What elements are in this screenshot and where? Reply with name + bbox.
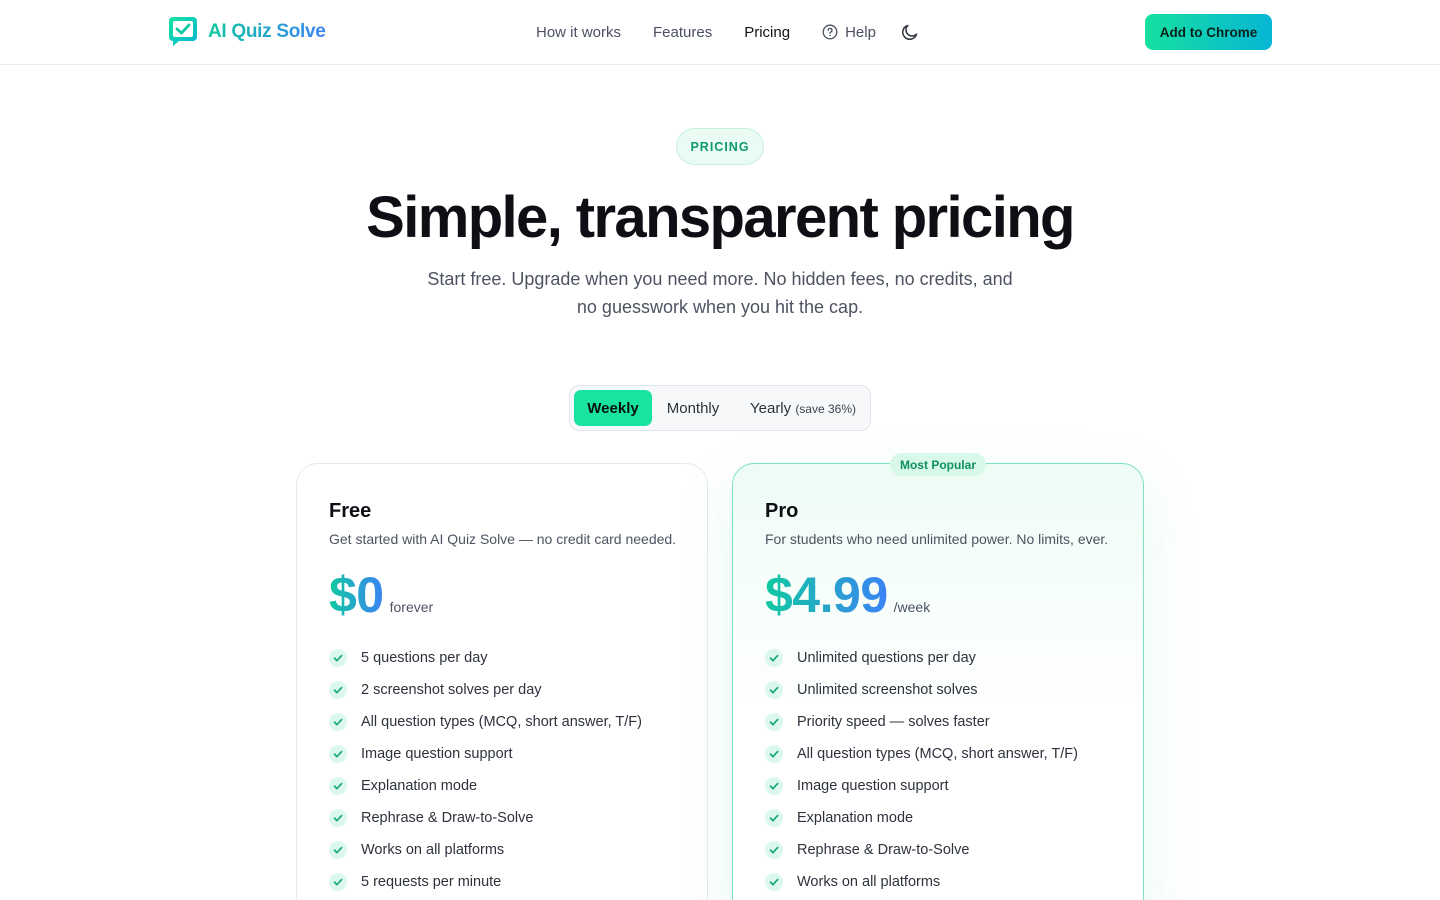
plan-card-free: Free Get started with AI Quiz Solve — no… <box>296 463 708 900</box>
price-amount: $4.99 <box>765 567 888 623</box>
feature-list: Unlimited questions per day Unlimited sc… <box>765 642 1078 898</box>
plan-card-pro: Pro For students who need unlimited powe… <box>732 463 1144 900</box>
site-header: AI Quiz Solve How it works Features Pric… <box>0 0 1440 65</box>
main-nav: How it works Features Pricing Help <box>536 0 908 64</box>
feature-label: All question types (MCQ, short answer, T… <box>797 746 1078 762</box>
check-icon <box>329 649 347 667</box>
check-icon <box>765 777 783 795</box>
check-icon <box>329 777 347 795</box>
feature-item: All question types (MCQ, short answer, T… <box>765 738 1078 770</box>
feature-item: Priority speed — solves faster <box>765 706 1078 738</box>
nav-pricing[interactable]: Pricing <box>744 24 790 41</box>
feature-item: Unlimited screenshot solves <box>765 674 1078 706</box>
billing-period-toggle: Weekly Monthly Yearly (save 36%) <box>569 385 871 431</box>
feature-label: 2 screenshot solves per day <box>361 682 542 698</box>
feature-item: Explanation mode <box>765 802 1078 834</box>
feature-item: Explanation mode <box>329 770 642 802</box>
price-amount: $0 <box>329 567 384 623</box>
feature-label: Priority speed — solves faster <box>797 714 990 730</box>
feature-item: Rephrase & Draw-to-Solve <box>765 834 1078 866</box>
help-circle-icon <box>822 24 838 40</box>
pricing-badge: PRICING <box>676 128 764 165</box>
check-icon <box>765 809 783 827</box>
nav-features[interactable]: Features <box>653 24 712 41</box>
feature-item: Image question support <box>329 738 642 770</box>
check-icon <box>329 713 347 731</box>
price-period: /week <box>893 599 931 615</box>
nav-help-label: Help <box>845 23 876 41</box>
nav-how-it-works[interactable]: How it works <box>536 24 621 41</box>
price-period: forever <box>389 599 434 615</box>
most-popular-badge: Most Popular <box>890 453 986 476</box>
feature-label: Image question support <box>361 746 513 762</box>
feature-label: Works on all platforms <box>361 842 505 858</box>
page-title: Simple, transparent pricing <box>366 185 1075 250</box>
feature-label: 5 requests per minute <box>361 874 502 890</box>
moon-icon[interactable] <box>900 22 920 42</box>
check-icon <box>329 745 347 763</box>
brand-logo[interactable]: AI Quiz Solve <box>168 16 326 47</box>
feature-list: 5 questions per day 2 screenshot solves … <box>329 642 642 898</box>
feature-item: 2 screenshot solves per day <box>329 674 642 706</box>
billing-yearly-option[interactable]: Yearly (save 36%) <box>740 390 862 426</box>
chat-check-icon <box>169 17 197 46</box>
feature-label: Image question support <box>797 778 949 794</box>
plan-description: For students who need unlimited power. N… <box>765 531 1109 547</box>
feature-item: Rephrase & Draw-to-Solve <box>329 802 642 834</box>
yearly-savings-note: (save 36%) <box>795 401 857 416</box>
feature-label: Explanation mode <box>361 778 478 794</box>
feature-item: 5 questions per day <box>329 642 642 674</box>
add-to-chrome-button[interactable]: Add to Chrome <box>1145 14 1272 50</box>
brand-name: AI Quiz Solve <box>208 20 326 42</box>
feature-label: Works on all platforms <box>797 874 941 890</box>
plan-name: Pro <box>765 500 799 522</box>
feature-item: 5 requests per minute <box>329 866 642 898</box>
plan-price: $0 forever <box>329 566 433 624</box>
check-icon <box>329 681 347 699</box>
feature-label: Explanation mode <box>797 810 914 826</box>
billing-monthly-option[interactable]: Monthly <box>658 390 728 426</box>
feature-item: Works on all platforms <box>329 834 642 866</box>
feature-item: All question types (MCQ, short answer, T… <box>329 706 642 738</box>
feature-label: Unlimited screenshot solves <box>797 682 978 698</box>
plan-description: Get started with AI Quiz Solve — no cred… <box>329 531 677 547</box>
plan-name: Free <box>329 500 372 522</box>
feature-label: 5 questions per day <box>361 650 488 666</box>
nav-help[interactable]: Help <box>822 24 876 41</box>
billing-yearly-label: Yearly <box>750 399 792 417</box>
check-icon <box>765 745 783 763</box>
check-icon <box>765 713 783 731</box>
feature-item: Unlimited questions per day <box>765 642 1078 674</box>
feature-label: Rephrase & Draw-to-Solve <box>797 842 970 858</box>
check-icon <box>329 809 347 827</box>
check-icon <box>765 681 783 699</box>
check-icon <box>329 873 347 891</box>
check-icon <box>765 873 783 891</box>
feature-label: Unlimited questions per day <box>797 650 976 666</box>
feature-label: Rephrase & Draw-to-Solve <box>361 810 534 826</box>
feature-item: Works on all platforms <box>765 866 1078 898</box>
plan-price: $4.99 /week <box>765 566 930 624</box>
feature-label: All question types (MCQ, short answer, T… <box>361 714 642 730</box>
check-icon <box>329 841 347 859</box>
page-subtitle: Start free. Upgrade when you need more. … <box>427 269 1013 317</box>
check-icon <box>765 649 783 667</box>
feature-item: Image question support <box>765 770 1078 802</box>
check-icon <box>765 841 783 859</box>
billing-weekly-option[interactable]: Weekly <box>574 390 652 426</box>
